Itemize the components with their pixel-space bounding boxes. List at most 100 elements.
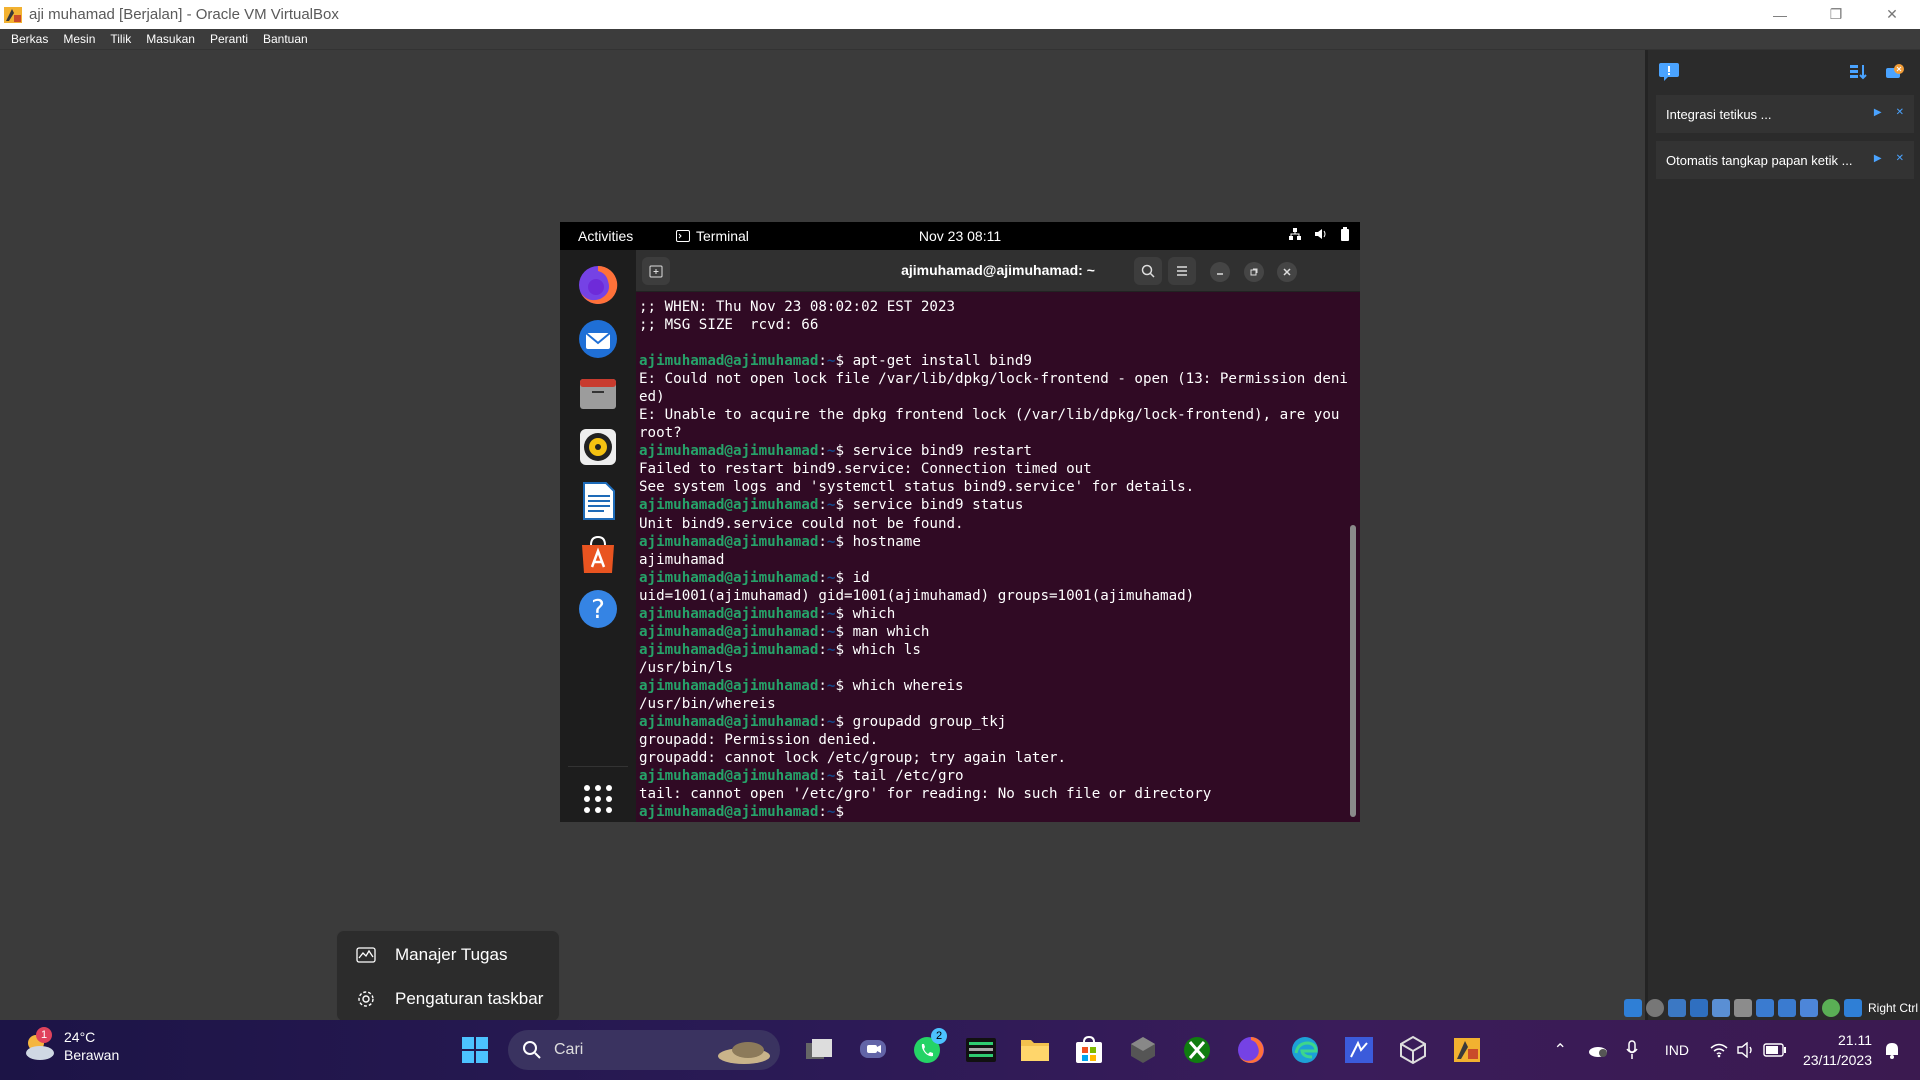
visual-studio-code-button[interactable]	[1337, 1028, 1381, 1072]
terminal-minimize-button[interactable]	[1210, 262, 1230, 282]
menu-peranti[interactable]: Peranti	[210, 32, 248, 46]
hard-disk-icon[interactable]	[1623, 999, 1642, 1017]
menu-mesin[interactable]: Mesin	[63, 32, 95, 46]
store-icon	[1076, 1035, 1102, 1063]
taskbar-context-menu: Manajer Tugas Pengaturan taskbar	[336, 930, 560, 1022]
microphone-icon[interactable]	[1625, 1040, 1639, 1060]
vt-x-icon[interactable]	[1799, 999, 1818, 1017]
virtualbox-menubar: Berkas Mesin Tilik Masukan Peranti Bantu…	[0, 29, 1920, 50]
media-app-button[interactable]	[959, 1028, 1003, 1072]
terminal-window[interactable]: ajimuhamad@ajimuhamad: ~ ;; WHEN: Thu No…	[636, 250, 1360, 822]
notification-center-icon[interactable]	[1658, 62, 1680, 82]
virtualbox-app-icon	[1454, 1038, 1480, 1062]
cube-app-button[interactable]	[1121, 1028, 1165, 1072]
notification-keyboard-capture[interactable]: Otomatis tangkap papan ketik ... ▶ ✕	[1656, 141, 1914, 179]
taskbar-search[interactable]: Cari	[508, 1030, 780, 1070]
files-launcher[interactable]	[573, 368, 623, 418]
edge-button[interactable]	[1283, 1028, 1327, 1072]
terminal-command-line: ajimuhamad@ajimuhamad:~$ hostname	[639, 533, 1351, 551]
optical-drive-icon[interactable]	[1645, 999, 1664, 1017]
file-explorer-button[interactable]	[1013, 1028, 1057, 1072]
speaker-icon[interactable]	[1737, 1042, 1755, 1058]
virtualbox-app-icon	[3, 5, 23, 25]
folder-icon	[1021, 1040, 1049, 1061]
help-icon: ?	[579, 590, 617, 628]
gnome-clock[interactable]: Nov 23 08:11	[560, 228, 1360, 244]
firefox-launcher[interactable]	[573, 260, 623, 310]
rhythmbox-launcher[interactable]	[573, 422, 623, 472]
teams-chat-button[interactable]	[851, 1028, 895, 1072]
gnome-system-tray[interactable]	[1288, 227, 1350, 241]
network-adapter-icon[interactable]	[1689, 999, 1708, 1017]
ubuntu-guest-screen[interactable]: Activities Terminal Nov 23 08:11 ? ajimu…	[560, 222, 1360, 822]
restore-button[interactable]: ❐	[1808, 0, 1864, 29]
task-view-button[interactable]	[797, 1028, 841, 1072]
shared-folders-icon[interactable]	[1733, 999, 1752, 1017]
help-launcher[interactable]: ?	[573, 584, 623, 634]
weather-widget[interactable]: 1 24°C Berawan	[22, 1027, 119, 1064]
task-manager-menu-item[interactable]: Manajer Tugas	[337, 935, 561, 975]
libreoffice-writer-launcher[interactable]	[573, 476, 623, 526]
ubuntu-software-launcher[interactable]	[573, 530, 623, 580]
menu-tilik[interactable]: Tilik	[110, 32, 131, 46]
terminal-output[interactable]: ;; WHEN: Thu Nov 23 08:02:02 EST 2023 ;; …	[639, 298, 1351, 821]
wifi-icon[interactable]	[1709, 1042, 1729, 1058]
close-notification-icon[interactable]: ✕	[1896, 107, 1904, 118]
xbox-button[interactable]	[1175, 1028, 1219, 1072]
microsoft-store-button[interactable]	[1067, 1028, 1111, 1072]
command-text: which ls	[852, 641, 921, 658]
chevron-up-icon[interactable]: ⌃	[1553, 1040, 1566, 1060]
host-key-label: Right Ctrl	[1867, 1001, 1918, 1015]
virtualbox-taskbar-button[interactable]	[1391, 1028, 1435, 1072]
prompt-symbol: $	[835, 768, 853, 785]
whatsapp-button[interactable]: 2	[905, 1028, 949, 1072]
host-key-icon[interactable]	[1843, 999, 1862, 1017]
search-button[interactable]	[1134, 257, 1162, 285]
virtualbox-vm-taskbar-button[interactable]	[1445, 1028, 1489, 1072]
terminal-scrollbar[interactable]	[1350, 525, 1356, 817]
prompt-symbol: $	[835, 353, 853, 370]
notification-mouse-integration[interactable]: Integrasi tetikus ... ▶ ✕	[1656, 95, 1914, 133]
command-text: which	[852, 605, 896, 622]
prompt-colon: :	[818, 497, 827, 514]
prompt-user-host: ajimuhamad@ajimuhamad	[639, 641, 819, 658]
notification-bell-icon[interactable]	[1882, 1040, 1902, 1060]
prompt-user-host: ajimuhamad@ajimuhamad	[639, 623, 819, 640]
display-icon[interactable]	[1755, 999, 1774, 1017]
pin-icon[interactable]: ▶	[1874, 107, 1882, 118]
taskbar-settings-menu-item[interactable]: Pengaturan taskbar	[337, 979, 561, 1019]
command-text: apt-get install bind9	[852, 353, 1032, 370]
volume-icon	[1315, 229, 1326, 239]
terminal-maximize-button[interactable]	[1244, 262, 1264, 282]
menu-bantuan[interactable]: Bantuan	[263, 32, 308, 46]
start-button[interactable]	[453, 1028, 497, 1072]
terminal-command-line: ajimuhamad@ajimuhamad:~$ tail /etc/gro	[639, 767, 1351, 785]
sort-notifications-icon[interactable]	[1848, 62, 1868, 82]
menu-masukan[interactable]: Masukan	[146, 32, 195, 46]
thunderbird-launcher[interactable]	[573, 314, 623, 364]
terminal-output-line: ;; WHEN: Thu Nov 23 08:02:02 EST 2023	[639, 299, 956, 315]
terminal-close-button[interactable]	[1277, 262, 1297, 282]
usb-icon[interactable]	[1711, 999, 1730, 1017]
close-button[interactable]: ✕	[1864, 0, 1920, 29]
prompt-user-host: ajimuhamad@ajimuhamad	[639, 443, 819, 460]
mouse-integration-icon[interactable]	[1821, 999, 1840, 1017]
minimize-button[interactable]: —	[1752, 0, 1808, 29]
clear-notifications-icon[interactable]	[1884, 62, 1906, 82]
show-applications-button[interactable]	[573, 774, 623, 822]
battery-icon[interactable]	[1763, 1043, 1787, 1057]
onedrive-icon[interactable]	[1587, 1042, 1609, 1058]
prompt-symbol: $	[835, 443, 853, 460]
hamburger-menu-button[interactable]	[1168, 257, 1196, 285]
audio-icon[interactable]	[1667, 999, 1686, 1017]
taskbar-clock[interactable]: 21.11 23/11/2023	[1803, 1030, 1872, 1070]
close-notification-icon[interactable]: ✕	[1896, 153, 1904, 164]
language-indicator[interactable]: IND	[1665, 1042, 1689, 1058]
prompt-symbol: $	[835, 804, 853, 821]
pin-icon[interactable]: ▶	[1874, 153, 1882, 164]
firefox-taskbar-button[interactable]	[1229, 1028, 1273, 1072]
menu-berkas[interactable]: Berkas	[11, 32, 48, 46]
files-icon	[580, 379, 616, 409]
recording-icon[interactable]	[1777, 999, 1796, 1017]
command-text: hostname	[852, 533, 921, 550]
